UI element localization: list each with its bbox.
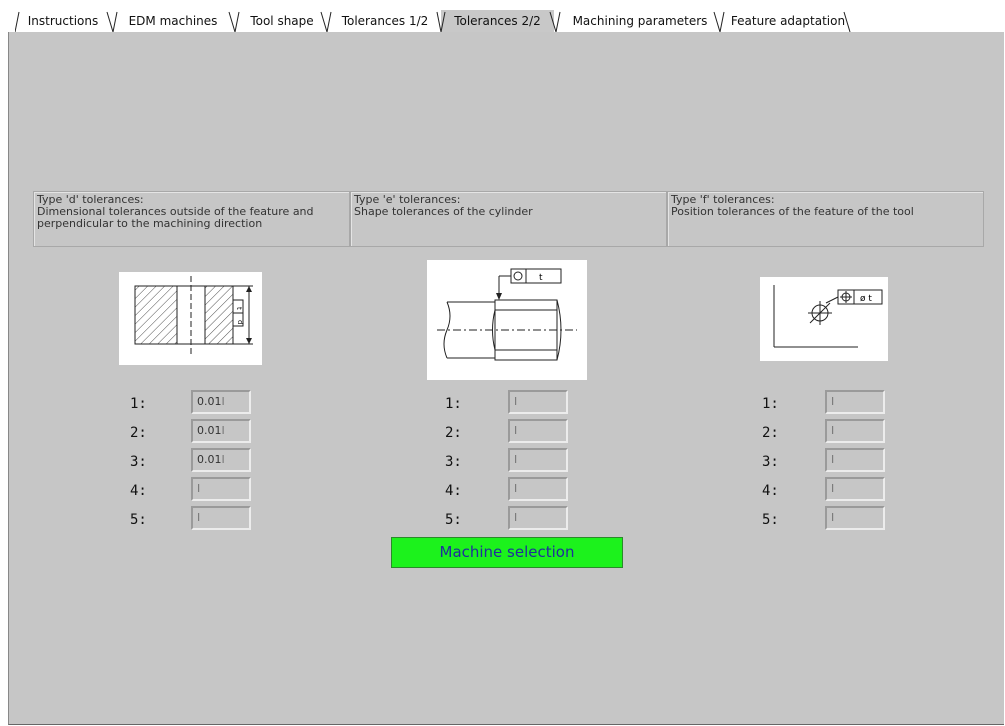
- d-row-5-label: 5:: [130, 512, 147, 528]
- e-row-5-label: 5:: [445, 512, 462, 528]
- f-row-4-label: 4:: [762, 483, 779, 499]
- e-row-1-label: 1:: [445, 396, 462, 412]
- text-cursor-icon: I: [831, 482, 835, 495]
- e-row-4-label: 4:: [445, 483, 462, 499]
- type-e-diagram: t: [427, 260, 587, 380]
- f-row-3-label: 3:: [762, 454, 779, 470]
- f-tolerance-5-input[interactable]: I: [825, 506, 885, 530]
- e-row-2-label: 2:: [445, 425, 462, 441]
- text-cursor-icon: I: [221, 395, 225, 408]
- d-tolerance-2-input[interactable]: 0.01I: [191, 419, 251, 443]
- type-d-diagram: t d: [119, 272, 262, 365]
- text-cursor-icon: I: [831, 424, 835, 437]
- svg-text:d: d: [236, 320, 244, 324]
- f-tolerance-1-input[interactable]: I: [825, 390, 885, 414]
- e-tolerance-4-input[interactable]: I: [508, 477, 568, 501]
- text-cursor-icon: I: [831, 453, 835, 466]
- f-tolerance-4-input[interactable]: I: [825, 477, 885, 501]
- text-cursor-icon: I: [221, 453, 225, 466]
- f-tolerance-2-input[interactable]: I: [825, 419, 885, 443]
- d-tolerance-1-value: 0.01: [197, 395, 222, 408]
- e-row-3-label: 3:: [445, 454, 462, 470]
- machine-selection-button[interactable]: Machine selection: [391, 537, 623, 568]
- section-f-description: Type 'f' tolerances: Position tolerances…: [667, 191, 984, 247]
- type-e-diagram-label: t: [539, 273, 543, 283]
- d-tolerance-2-value: 0.01: [197, 424, 222, 437]
- text-cursor-icon: I: [831, 395, 835, 408]
- d-row-3-label: 3:: [130, 454, 147, 470]
- e-tolerance-2-input[interactable]: I: [508, 419, 568, 443]
- d-tolerance-1-input[interactable]: 0.01I: [191, 390, 251, 414]
- e-tolerance-3-input[interactable]: I: [508, 448, 568, 472]
- d-tolerance-3-input[interactable]: 0.01I: [191, 448, 251, 472]
- d-tolerance-3-value: 0.01: [197, 453, 222, 466]
- text-cursor-icon: I: [514, 482, 518, 495]
- text-cursor-icon: I: [514, 453, 518, 466]
- d-row-4-label: 4:: [130, 483, 147, 499]
- f-row-1-label: 1:: [762, 396, 779, 412]
- text-cursor-icon: I: [197, 482, 201, 495]
- svg-text:t: t: [235, 307, 243, 310]
- section-d-description: Type 'd' tolerances: Dimensional toleran…: [33, 191, 350, 247]
- text-cursor-icon: I: [514, 395, 518, 408]
- e-tolerance-1-input[interactable]: I: [508, 390, 568, 414]
- f-tolerance-3-input[interactable]: I: [825, 448, 885, 472]
- d-row-1-label: 1:: [130, 396, 147, 412]
- text-cursor-icon: I: [514, 511, 518, 524]
- d-row-2-label: 2:: [130, 425, 147, 441]
- type-f-diagram: ø t: [760, 277, 888, 361]
- tolerances-panel: Type 'd' tolerances: Dimensional toleran…: [8, 32, 1004, 725]
- section-e-description: Type 'e' tolerances: Shape tolerances of…: [350, 191, 667, 247]
- tab-separators: [15, 11, 851, 33]
- section-f-text: Position tolerances of the feature of th…: [671, 205, 914, 218]
- section-d-text: Dimensional tolerances outside of the fe…: [37, 205, 314, 230]
- e-tolerance-5-input[interactable]: I: [508, 506, 568, 530]
- text-cursor-icon: I: [514, 424, 518, 437]
- f-row-2-label: 2:: [762, 425, 779, 441]
- text-cursor-icon: I: [197, 511, 201, 524]
- tab-strip: Instructions EDM machines Tool shape Tol…: [15, 10, 1005, 34]
- section-e-text: Shape tolerances of the cylinder: [354, 205, 533, 218]
- type-f-diagram-label: ø t: [860, 294, 872, 304]
- text-cursor-icon: I: [221, 424, 225, 437]
- d-tolerance-5-input[interactable]: I: [191, 506, 251, 530]
- f-row-5-label: 5:: [762, 512, 779, 528]
- text-cursor-icon: I: [831, 511, 835, 524]
- d-tolerance-4-input[interactable]: I: [191, 477, 251, 501]
